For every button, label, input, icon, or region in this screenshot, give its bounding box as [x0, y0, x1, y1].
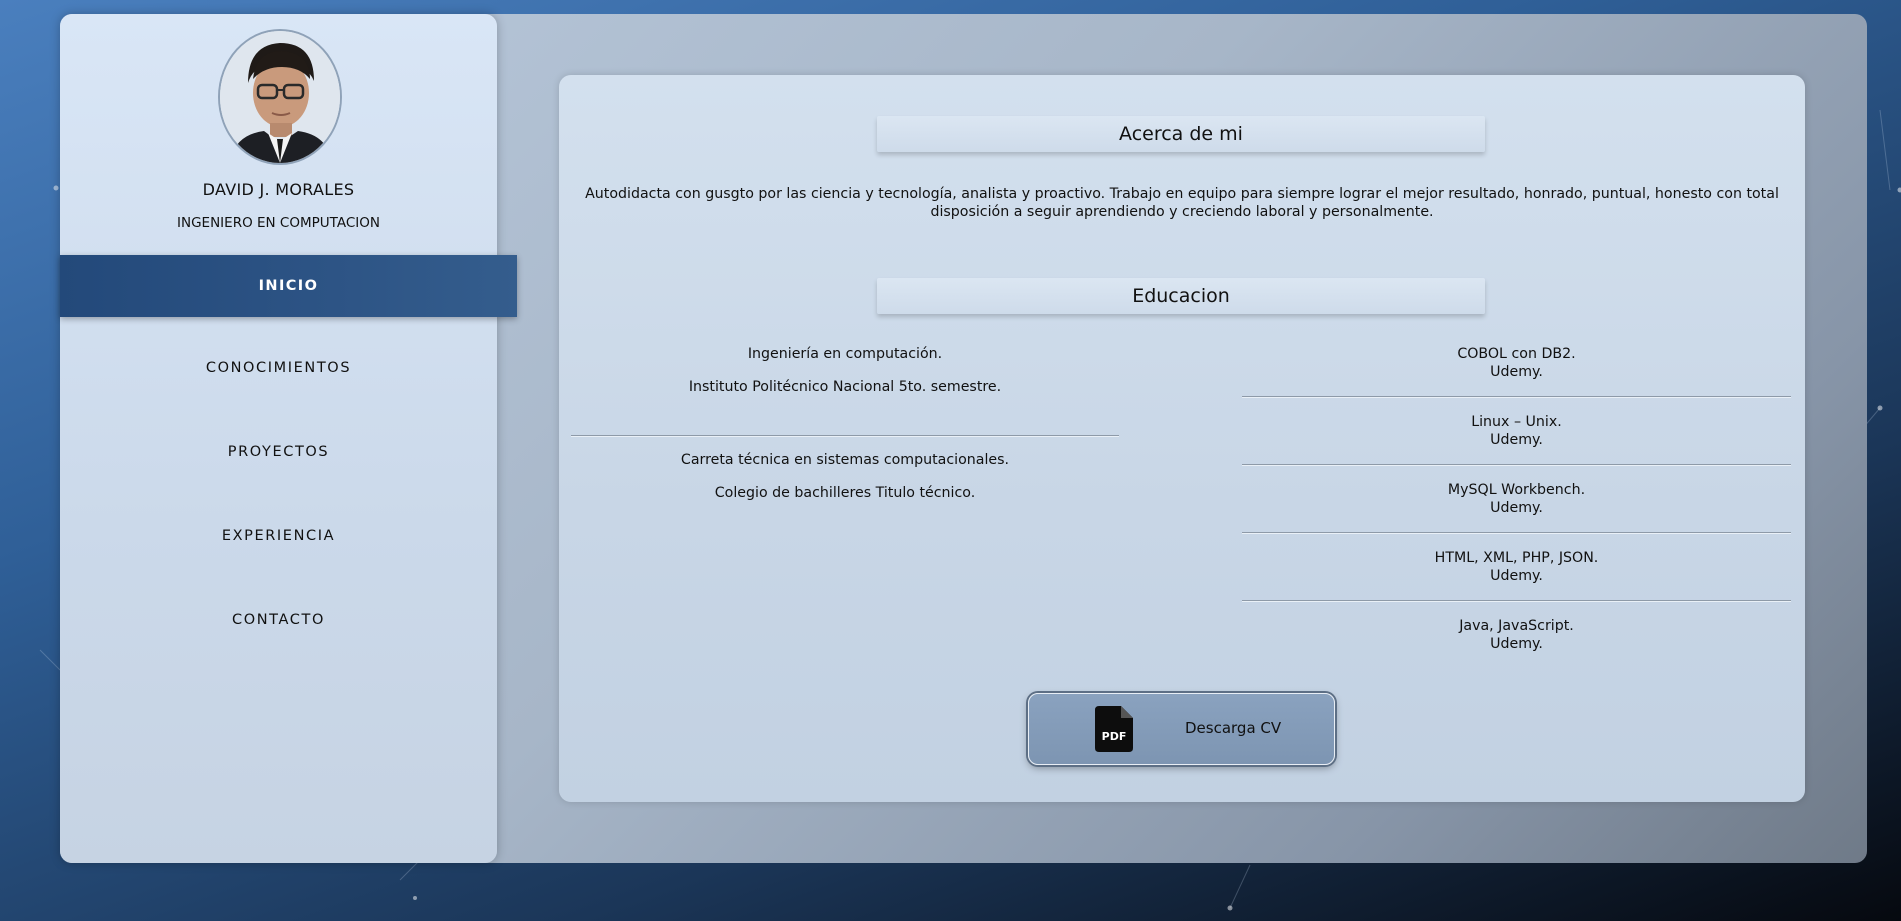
avatar [218, 29, 342, 165]
education-heading: Educacion [877, 278, 1485, 314]
course-item: Java, JavaScript. Udemy. [1242, 617, 1791, 653]
sidebar: DAVID J. MORALES INGENIERO EN COMPUTACIO… [60, 14, 497, 863]
education-school: Colegio de bachilleres Titulo técnico. [714, 485, 976, 501]
divider [1242, 600, 1791, 601]
course-item: MySQL Workbench. Udemy. [1242, 481, 1791, 517]
pdf-icon-label: PDF [1102, 730, 1127, 743]
course-name: HTML, XML, PHP, JSON. [1434, 550, 1599, 566]
divider [1242, 464, 1791, 465]
divider [1242, 532, 1791, 533]
course-name: Java, JavaScript. [1459, 618, 1574, 634]
nav-item-contacto[interactable]: CONTACTO [60, 612, 497, 628]
education-item: Ingeniería en computación. Instituto Pol… [571, 345, 1119, 396]
divider [1242, 396, 1791, 397]
nav-item-proyectos[interactable]: PROYECTOS [60, 444, 497, 460]
nav-item-experiencia[interactable]: EXPERIENCIA [60, 528, 497, 544]
file-pdf-icon: PDF [1095, 706, 1133, 752]
course-item: COBOL con DB2. Udemy. [1242, 345, 1791, 381]
course-name: Linux – Unix. [1471, 414, 1562, 430]
course-name: MySQL Workbench. [1447, 482, 1586, 498]
education-school: Instituto Politécnico Nacional 5to. seme… [688, 379, 1002, 395]
education-degree: Carreta técnica en sistemas computaciona… [680, 452, 1010, 468]
education-item: Carreta técnica en sistemas computaciona… [571, 451, 1119, 502]
course-item: Linux – Unix. Udemy. [1242, 413, 1791, 449]
course-provider: Udemy. [1490, 500, 1543, 516]
course-name: COBOL con DB2. [1457, 346, 1576, 362]
about-text: Autodidacta con gusgto por las ciencia y… [585, 186, 1779, 220]
profile-name: DAVID J. MORALES [202, 180, 355, 199]
content-card: Acerca de mi Autodidacta con gusgto por … [559, 75, 1805, 802]
download-cv-button[interactable]: PDF Descarga CV [1028, 693, 1335, 765]
course-provider: Udemy. [1490, 568, 1543, 584]
nav-item-inicio[interactable]: INICIO [60, 255, 517, 317]
download-cv-label: Descarga CV [1185, 719, 1282, 737]
course-provider: Udemy. [1490, 432, 1543, 448]
education-degree: Ingeniería en computación. [747, 346, 943, 362]
course-item: HTML, XML, PHP, JSON. Udemy. [1242, 549, 1791, 585]
course-provider: Udemy. [1490, 364, 1543, 380]
profile-title: INGENIERO EN COMPUTACION [177, 215, 380, 231]
divider [571, 435, 1119, 436]
profile-photo [220, 31, 340, 163]
nav-item-conocimientos[interactable]: CONOCIMIENTOS [60, 360, 497, 376]
about-heading: Acerca de mi [877, 116, 1485, 152]
course-provider: Udemy. [1490, 636, 1543, 652]
